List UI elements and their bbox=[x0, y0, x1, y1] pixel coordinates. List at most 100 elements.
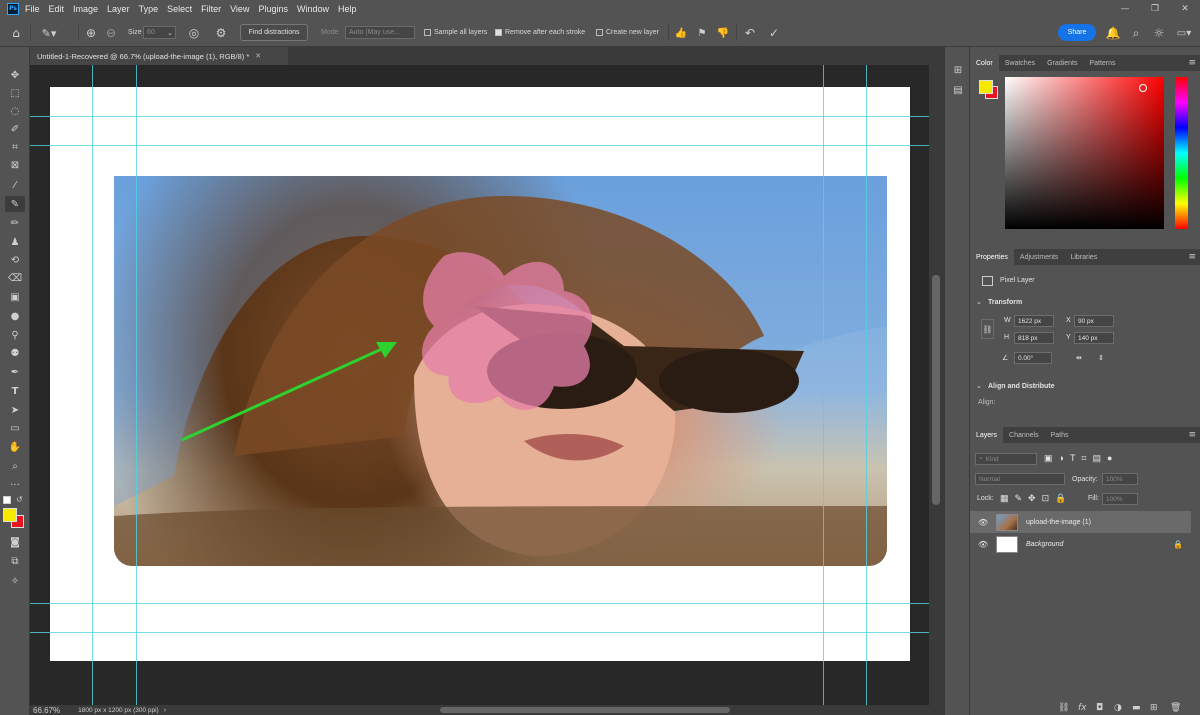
fill-input[interactable]: 100% bbox=[1102, 493, 1138, 505]
tab-paths[interactable]: Paths bbox=[1045, 427, 1075, 443]
menu-help[interactable]: Help bbox=[338, 4, 357, 14]
menu-filter[interactable]: Filter bbox=[201, 4, 221, 14]
settings-gear-icon[interactable]: ⚙ bbox=[213, 25, 229, 41]
history-brush-tool-icon[interactable]: ⟲ bbox=[5, 252, 25, 268]
workspace-icon[interactable]: ▭▾ bbox=[1173, 25, 1195, 41]
restore-icon[interactable]: ❐ bbox=[1140, 0, 1170, 17]
marquee-tool-icon[interactable]: ⬚ bbox=[5, 85, 25, 101]
quick-mask-icon[interactable]: ◙ bbox=[5, 534, 25, 550]
add-mode-icon[interactable]: ⊕ bbox=[84, 25, 98, 41]
guide-line[interactable] bbox=[866, 65, 867, 705]
collapse-chevron-icon[interactable]: ⌄ bbox=[976, 382, 982, 390]
tab-libraries[interactable]: Libraries bbox=[1064, 249, 1103, 265]
pressure-size-icon[interactable]: ◎ bbox=[186, 25, 202, 41]
search-icon[interactable]: ⌕ bbox=[1128, 25, 1144, 41]
eraser-tool-icon[interactable]: ⌫ bbox=[5, 270, 25, 286]
minimize-icon[interactable]: — bbox=[1110, 0, 1140, 17]
panel-menu-icon[interactable]: ≡ bbox=[1188, 430, 1196, 440]
hue-slider[interactable] bbox=[1175, 77, 1188, 229]
remove-tool-preset-icon[interactable]: ✎▾ bbox=[38, 25, 60, 41]
home-icon[interactable]: ⌂ bbox=[8, 25, 24, 41]
add-mask-icon[interactable]: ◘ bbox=[1096, 703, 1103, 713]
document-tab[interactable]: Untitled-1-Recovered @ 66.7% (upload-the… bbox=[30, 47, 288, 65]
undo-icon[interactable]: ↶ bbox=[742, 25, 758, 41]
tab-color[interactable]: Color bbox=[970, 55, 999, 71]
tab-layers[interactable]: Layers bbox=[970, 427, 1004, 443]
move-tool-icon[interactable]: ✥ bbox=[5, 67, 25, 83]
transform-section-title[interactable]: Transform bbox=[988, 299, 1022, 306]
angle-input[interactable]: 0.00° bbox=[1014, 352, 1052, 364]
zoom-tool-icon[interactable]: ⌕ bbox=[5, 458, 25, 474]
tab-swatches[interactable]: Swatches bbox=[999, 55, 1041, 71]
link-dimensions-icon[interactable]: ⛓ bbox=[981, 319, 994, 339]
screen-mode-icon[interactable]: ⧉ bbox=[5, 553, 25, 569]
comments-panel-icon[interactable]: ▤ bbox=[950, 83, 966, 97]
notifications-bell-icon[interactable]: 🔔 bbox=[1105, 25, 1121, 41]
default-colors-icon[interactable] bbox=[3, 496, 11, 504]
thumbs-up-icon[interactable]: 👍 bbox=[674, 25, 688, 41]
menu-view[interactable]: View bbox=[230, 4, 249, 14]
layer-filter-icons[interactable]: ▣◑T⌗▤● bbox=[1044, 453, 1118, 464]
vertical-scroll-thumb[interactable] bbox=[932, 275, 940, 505]
menu-type[interactable]: Type bbox=[139, 4, 159, 14]
commit-check-icon[interactable]: ✓ bbox=[766, 25, 782, 41]
tab-patterns[interactable]: Patterns bbox=[1083, 55, 1121, 71]
blend-mode-select[interactable]: Normal bbox=[975, 473, 1065, 485]
gradient-tool-icon[interactable]: ▣ bbox=[5, 289, 25, 305]
tab-properties[interactable]: Properties bbox=[970, 249, 1014, 265]
x-input[interactable]: 90 px bbox=[1074, 315, 1114, 327]
collapse-chevron-icon[interactable]: ⌄ bbox=[976, 298, 982, 306]
layer-name[interactable]: upload-the-image (1) bbox=[1026, 519, 1091, 526]
chevron-right-icon[interactable]: › bbox=[164, 707, 166, 714]
document-info[interactable]: 1800 px x 1200 px (300 ppi) bbox=[78, 707, 159, 714]
zoom-level[interactable]: 66.67% bbox=[33, 706, 60, 715]
guide-line[interactable] bbox=[136, 65, 137, 705]
more-tools-icon[interactable]: ··· bbox=[5, 477, 25, 493]
document-canvas[interactable] bbox=[50, 87, 910, 661]
foreground-color-swatch[interactable] bbox=[3, 508, 17, 522]
rectangle-tool-icon[interactable]: ▭ bbox=[5, 420, 25, 436]
guide-line[interactable] bbox=[92, 65, 93, 705]
layer-row-background[interactable]: 👁 Background 🔒 bbox=[970, 533, 1191, 555]
quick-selection-tool-icon[interactable]: ✐ bbox=[5, 121, 25, 137]
guide-line[interactable] bbox=[30, 116, 944, 117]
tab-gradients[interactable]: Gradients bbox=[1041, 55, 1083, 71]
layer-filter-kind-select[interactable]: ⌕ Kind bbox=[975, 453, 1037, 465]
menu-window[interactable]: Window bbox=[297, 4, 329, 14]
type-tool-icon[interactable]: T bbox=[5, 383, 25, 399]
menu-image[interactable]: Image bbox=[73, 4, 98, 14]
guide-line[interactable] bbox=[30, 632, 944, 633]
dodge-tool-icon[interactable]: ⚲ bbox=[5, 327, 25, 343]
tab-adjustments[interactable]: Adjustments bbox=[1014, 249, 1065, 265]
remove-tool-icon[interactable]: ✎ bbox=[5, 196, 25, 212]
path-selection-tool-icon[interactable]: ➤ bbox=[5, 402, 25, 418]
new-layer-icon[interactable]: ⊞ bbox=[1150, 703, 1158, 713]
hand-tool-icon[interactable]: ✋ bbox=[5, 439, 25, 455]
layer-row-upload-the-image[interactable]: 👁 upload-the-image (1) bbox=[970, 511, 1191, 533]
close-window-icon[interactable]: ✕ bbox=[1170, 0, 1200, 17]
generative-tool-icon[interactable]: ✧ bbox=[5, 573, 25, 589]
guide-line[interactable] bbox=[30, 603, 944, 604]
color-picker-cursor[interactable] bbox=[1139, 84, 1147, 92]
delete-layer-icon[interactable]: 🗑 bbox=[1170, 703, 1181, 713]
pen-tool-icon[interactable]: ✒ bbox=[5, 364, 25, 380]
link-layers-icon[interactable]: ⛓ bbox=[1058, 703, 1069, 713]
align-distribute-section-title[interactable]: Align and Distribute bbox=[988, 383, 1055, 390]
crop-tool-icon[interactable]: ⌗ bbox=[5, 139, 25, 155]
color-picker-field[interactable] bbox=[1005, 77, 1164, 229]
discover-lightbulb-icon[interactable]: ☼ bbox=[1151, 25, 1167, 41]
remove-after-stroke-checkbox[interactable]: Remove after each stroke bbox=[495, 17, 585, 47]
menu-edit[interactable]: Edit bbox=[49, 4, 65, 14]
canvas-area[interactable] bbox=[30, 65, 944, 705]
blur-tool-icon[interactable]: ● bbox=[5, 308, 25, 324]
subtract-mode-icon[interactable]: ⊖ bbox=[104, 25, 118, 41]
find-distractions-button[interactable]: Find distractions bbox=[240, 24, 308, 41]
guide-line[interactable] bbox=[823, 65, 824, 705]
mode-select[interactable]: Auto (May use... bbox=[345, 26, 415, 39]
brush-tool-icon[interactable]: ✏ bbox=[5, 215, 25, 231]
layer-name[interactable]: Background bbox=[1026, 541, 1063, 548]
horizontal-scroll-thumb[interactable] bbox=[440, 707, 730, 713]
height-input[interactable]: 818 px bbox=[1014, 332, 1054, 344]
frame-tool-icon[interactable]: ⊠ bbox=[5, 157, 25, 173]
visibility-eye-icon[interactable]: 👁 bbox=[978, 518, 992, 527]
